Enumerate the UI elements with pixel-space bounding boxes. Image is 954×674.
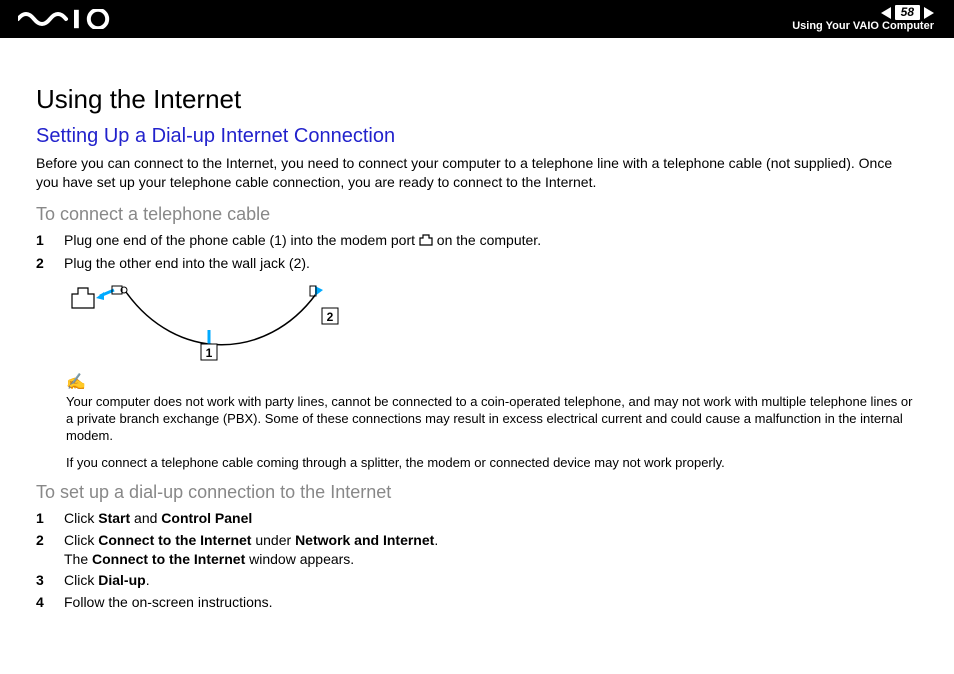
header-subtitle: Using Your VAIO Computer — [792, 21, 934, 33]
subheading-setup-dialup: To set up a dial-up connection to the In… — [36, 482, 918, 503]
section-heading-dialup: Setting Up a Dial-up Internet Connection — [36, 125, 918, 148]
note-text: Your computer does not work with party l… — [66, 394, 912, 443]
list-item: 4 Follow the on-screen instructions. — [36, 593, 918, 612]
page-number: 58 — [895, 5, 920, 20]
step-text: Plug the other end into the wall jack (2… — [64, 254, 310, 273]
step-text-post: on the computer. — [437, 232, 541, 248]
note-icon: ✍ — [66, 374, 86, 391]
list-item: 3 Click Dial-up. — [36, 571, 918, 590]
vaio-logo — [18, 9, 114, 29]
step-text: Click Connect to the Internet under Netw… — [64, 531, 438, 569]
step-number: 4 — [36, 593, 50, 612]
step-text: Plug one end of the phone cable (1) into… — [64, 231, 541, 251]
subheading-connect-cable: To connect a telephone cable — [36, 204, 918, 225]
step-text: Follow the on-screen instructions. — [64, 593, 273, 612]
note-extra: If you connect a telephone cable coming … — [66, 455, 918, 472]
note-block: ✍ Your computer does not work with party… — [66, 373, 918, 444]
step-text-pre: Plug one end of the phone cable (1) into… — [64, 232, 419, 248]
step-number: 1 — [36, 509, 50, 528]
list-item: 1 Click Start and Control Panel — [36, 509, 918, 528]
step-text-pre: Plug the other end into the wall jack (2… — [64, 255, 310, 271]
page-content: Using the Internet Setting Up a Dial-up … — [0, 38, 954, 612]
step-number: 1 — [36, 231, 50, 250]
list-item: 2 Plug the other end into the wall jack … — [36, 254, 918, 273]
steps-connect-cable: 1 Plug one end of the phone cable (1) in… — [36, 231, 918, 273]
step-text: Click Start and Control Panel — [64, 509, 252, 528]
diagram-label-1: 1 — [206, 346, 213, 360]
page-title: Using the Internet — [36, 84, 918, 115]
list-item: 2 Click Connect to the Internet under Ne… — [36, 531, 918, 569]
cable-diagram: 1 2 — [66, 282, 918, 367]
step-text: Click Dial-up. — [64, 571, 150, 590]
page-nav: 58 — [881, 5, 934, 20]
step-number: 2 — [36, 531, 50, 550]
steps-setup-dialup: 1 Click Start and Control Panel 2 Click … — [36, 509, 918, 612]
header-bar: 58 Using Your VAIO Computer — [0, 0, 954, 38]
prev-page-arrow-icon[interactable] — [881, 7, 891, 19]
step-number: 3 — [36, 571, 50, 590]
modem-port-icon — [419, 232, 433, 251]
next-page-arrow-icon[interactable] — [924, 7, 934, 19]
header-right: 58 Using Your VAIO Computer — [792, 5, 934, 32]
diagram-label-2: 2 — [327, 310, 334, 324]
step-number: 2 — [36, 254, 50, 273]
intro-paragraph: Before you can connect to the Internet, … — [36, 154, 918, 192]
list-item: 1 Plug one end of the phone cable (1) in… — [36, 231, 918, 251]
